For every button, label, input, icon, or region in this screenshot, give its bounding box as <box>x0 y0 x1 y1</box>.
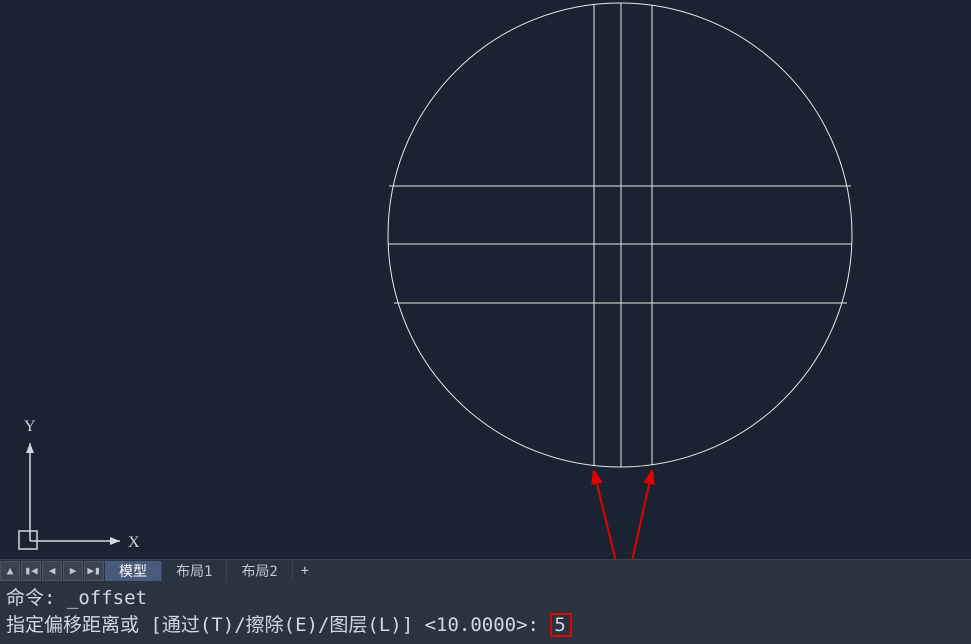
command-input-value[interactable]: 5 <box>550 613 571 638</box>
tabs-next-button[interactable]: ▶ <box>63 561 83 581</box>
cad-drawing <box>0 0 971 559</box>
drawing-canvas[interactable]: X Y <box>0 0 971 559</box>
tab-layout1[interactable]: 布局1 <box>162 561 227 581</box>
tabs-collapse-button[interactable]: ▲ <box>0 561 20 581</box>
ucs-x-label: X <box>128 534 140 551</box>
tabs-last-button[interactable]: ▶▮ <box>84 561 104 581</box>
command-history-cmd: _offset <box>67 587 147 609</box>
ucs-y-label: Y <box>24 418 36 435</box>
tab-layout2[interactable]: 布局2 <box>227 561 292 581</box>
tabs-first-button[interactable]: ▮◀ <box>21 561 41 581</box>
command-line-area[interactable]: 命令: _offset 指定偏移距离或 [通过(T)/擦除(E)/图层(L)] … <box>0 581 971 644</box>
command-prompt-line: 指定偏移距离或 [通过(T)/擦除(E)/图层(L)] <10.0000>: 5 <box>6 612 965 639</box>
tabs-prev-button[interactable]: ◀ <box>42 561 62 581</box>
tab-add-button[interactable]: + <box>293 561 317 581</box>
layout-tabs-row: ▲ ▮◀ ◀ ▶ ▶▮ 模型 布局1 布局2 + <box>0 559 971 581</box>
command-history-prefix: 命令: <box>6 587 67 609</box>
command-history-line: 命令: _offset <box>6 585 965 612</box>
tab-model[interactable]: 模型 <box>105 561 162 581</box>
ucs-icon: X Y <box>10 413 140 553</box>
command-prompt-text: 指定偏移距离或 [通过(T)/擦除(E)/图层(L)] <10.0000>: <box>6 614 550 636</box>
